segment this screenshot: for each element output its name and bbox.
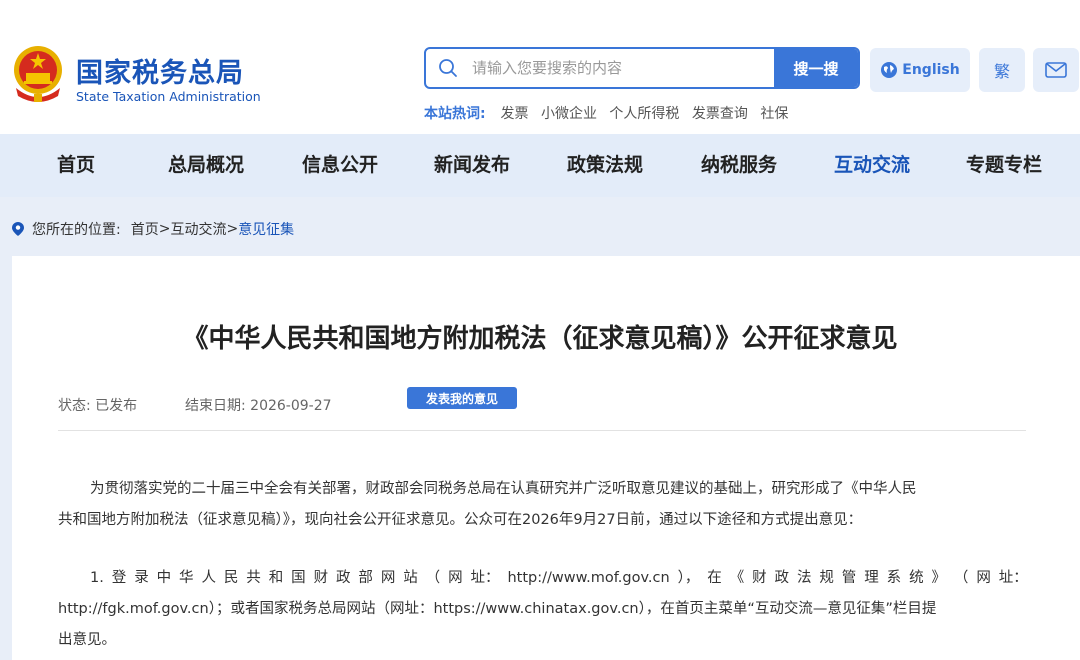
english-label: English [902, 62, 960, 78]
post-opinion-button[interactable]: 发表我的意见 [407, 387, 517, 409]
paragraph-token: 华 [179, 570, 194, 586]
paragraph-token: 网 [380, 570, 396, 586]
divider [58, 430, 1026, 431]
traditional-chinese-button[interactable]: 繁 [979, 48, 1025, 92]
paragraph-line: 为贯彻落实党的二十届三中全会有关部署，财政部会同税务总局在认真研究并广泛听取意见… [90, 481, 917, 497]
mail-icon [1045, 62, 1067, 78]
breadcrumb: 您所在的位置: 首页 > 互动交流 > 意见征集 [12, 219, 294, 239]
breadcrumb-home[interactable]: 首页 [131, 219, 159, 239]
hot-keyword[interactable]: 小微企业 [541, 106, 597, 122]
search-button[interactable]: 搜一搜 [774, 49, 858, 87]
paragraph-token: 规 [819, 570, 834, 586]
paragraph-line: 出意见。 [58, 632, 116, 648]
paragraph-token: 中 [156, 570, 172, 586]
end-date-meta: 结束日期: 2026-09-27 [185, 395, 332, 415]
location-pin-icon [12, 222, 24, 236]
paragraph-token: 民 [223, 570, 239, 586]
site-name-en[interactable]: State Taxation Administration [76, 89, 261, 104]
hot-keyword[interactable]: 发票 [501, 106, 529, 122]
nav-item-home[interactable]: 首页 [57, 134, 95, 197]
paragraph-token: 录 [134, 570, 149, 586]
status-label: 状态: [58, 398, 91, 414]
paragraph-token: 理 [864, 570, 879, 586]
english-button[interactable]: English [870, 48, 970, 92]
paragraph-token: 法 [796, 570, 812, 586]
breadcrumb-section[interactable]: 互动交流 [170, 219, 226, 239]
status-meta: 状态: 已发布 [58, 395, 137, 415]
mail-button[interactable] [1033, 48, 1079, 92]
nav-item-overview[interactable]: 总局概况 [168, 134, 244, 197]
paragraph-token: 址： [470, 570, 500, 586]
paragraph-token: 》 [931, 570, 946, 586]
paragraph-token: 财 [752, 570, 767, 586]
national-emblem-icon [14, 46, 62, 102]
breadcrumb-separator: > [158, 221, 171, 237]
hot-keyword[interactable]: 社保 [760, 106, 788, 122]
paragraph-token: http://www.mof.gov.cn [507, 570, 670, 586]
paragraph-token: 《 [729, 570, 745, 586]
main-nav: 首页 总局概况 信息公开 新闻发布 政策法规 纳税服务 互动交流 专题专栏 [0, 134, 1080, 197]
search-input[interactable] [472, 49, 772, 87]
paragraph-token: 系 [886, 570, 902, 586]
paragraph-token: 统 [909, 570, 924, 586]
end-date-label: 结束日期: [185, 398, 246, 414]
paragraph-token: 人 [201, 570, 216, 586]
hot-keywords: 本站热词: 发票 小微企业 个人所得税 发票查询 社保 [424, 103, 796, 123]
search-icon [439, 59, 457, 77]
nav-item-topics[interactable]: 专题专栏 [966, 134, 1042, 197]
hot-keyword[interactable]: 个人所得税 [609, 106, 679, 122]
search-box: 搜一搜 [424, 47, 860, 89]
paragraph-token: 站 [403, 570, 418, 586]
breadcrumb-separator: > [226, 221, 239, 237]
article-paragraph-1: 为贯彻落实党的二十届三中全会有关部署，财政部会同税务总局在认真研究并广泛听取意见… [58, 474, 1028, 536]
paragraph-token: 址： [998, 570, 1028, 586]
breadcrumb-current: 意见征集 [238, 222, 295, 238]
paragraph-token: 管 [841, 570, 857, 586]
paragraph-token: 登 [111, 570, 127, 586]
status-value: 已发布 [95, 398, 138, 414]
hot-keywords-label: 本站热词: [424, 106, 486, 122]
paragraph-token: ）， [677, 570, 700, 586]
breadcrumb-prefix: 您所在的位置: [32, 222, 121, 238]
nav-item-news[interactable]: 新闻发布 [434, 134, 510, 197]
paragraph-token: 1. [90, 570, 104, 586]
paragraph-token: 网 [976, 570, 991, 586]
paragraph-token: 在 [707, 570, 722, 586]
hot-keyword[interactable]: 发票查询 [692, 106, 748, 122]
site-header: 国家税务总局 State Taxation Administration 搜一搜… [0, 0, 1080, 134]
nav-item-policy[interactable]: 政策法规 [567, 134, 643, 197]
nav-item-service[interactable]: 纳税服务 [701, 134, 777, 197]
nav-item-info[interactable]: 信息公开 [302, 134, 378, 197]
paragraph-token: 共 [246, 570, 261, 586]
paragraph-line: 共和国地方附加税法（征求意见稿）》，现向社会公开征求意见。公众可在2026年9月… [58, 512, 863, 528]
paragraph-token: 财 [313, 570, 329, 586]
paragraph-token: 和 [268, 570, 284, 586]
paragraph-line: http://fgk.mof.gov.cn）；或者国家税务总局网站（网址：htt… [58, 601, 937, 617]
paragraph-token: 网 [448, 570, 463, 586]
article-title: 《中华人民共和国地方附加税法（征求意见稿）》公开征求意见 [182, 324, 898, 354]
end-date-value: 2026-09-27 [250, 398, 332, 414]
article-paragraph-2: 1. 登录中华人民共和国财政部网站（网址： http://www.mof.gov.c… [58, 563, 1028, 656]
site-name-cn[interactable]: 国家税务总局 [76, 51, 244, 90]
paragraph-token: （ [425, 570, 441, 586]
paragraph-token: 政 [774, 570, 790, 586]
paragraph-token: 部 [358, 570, 373, 586]
paragraph-token: （ [953, 570, 969, 586]
globe-icon [881, 62, 898, 78]
nav-item-interaction[interactable]: 互动交流 [834, 134, 910, 197]
paragraph-token: 政 [335, 570, 351, 586]
paragraph-token: 国 [291, 570, 306, 586]
paragraph-line: 1. 登录中华人民共和国财政部网站（网址： http://www.mof.gov.c… [58, 563, 1028, 594]
